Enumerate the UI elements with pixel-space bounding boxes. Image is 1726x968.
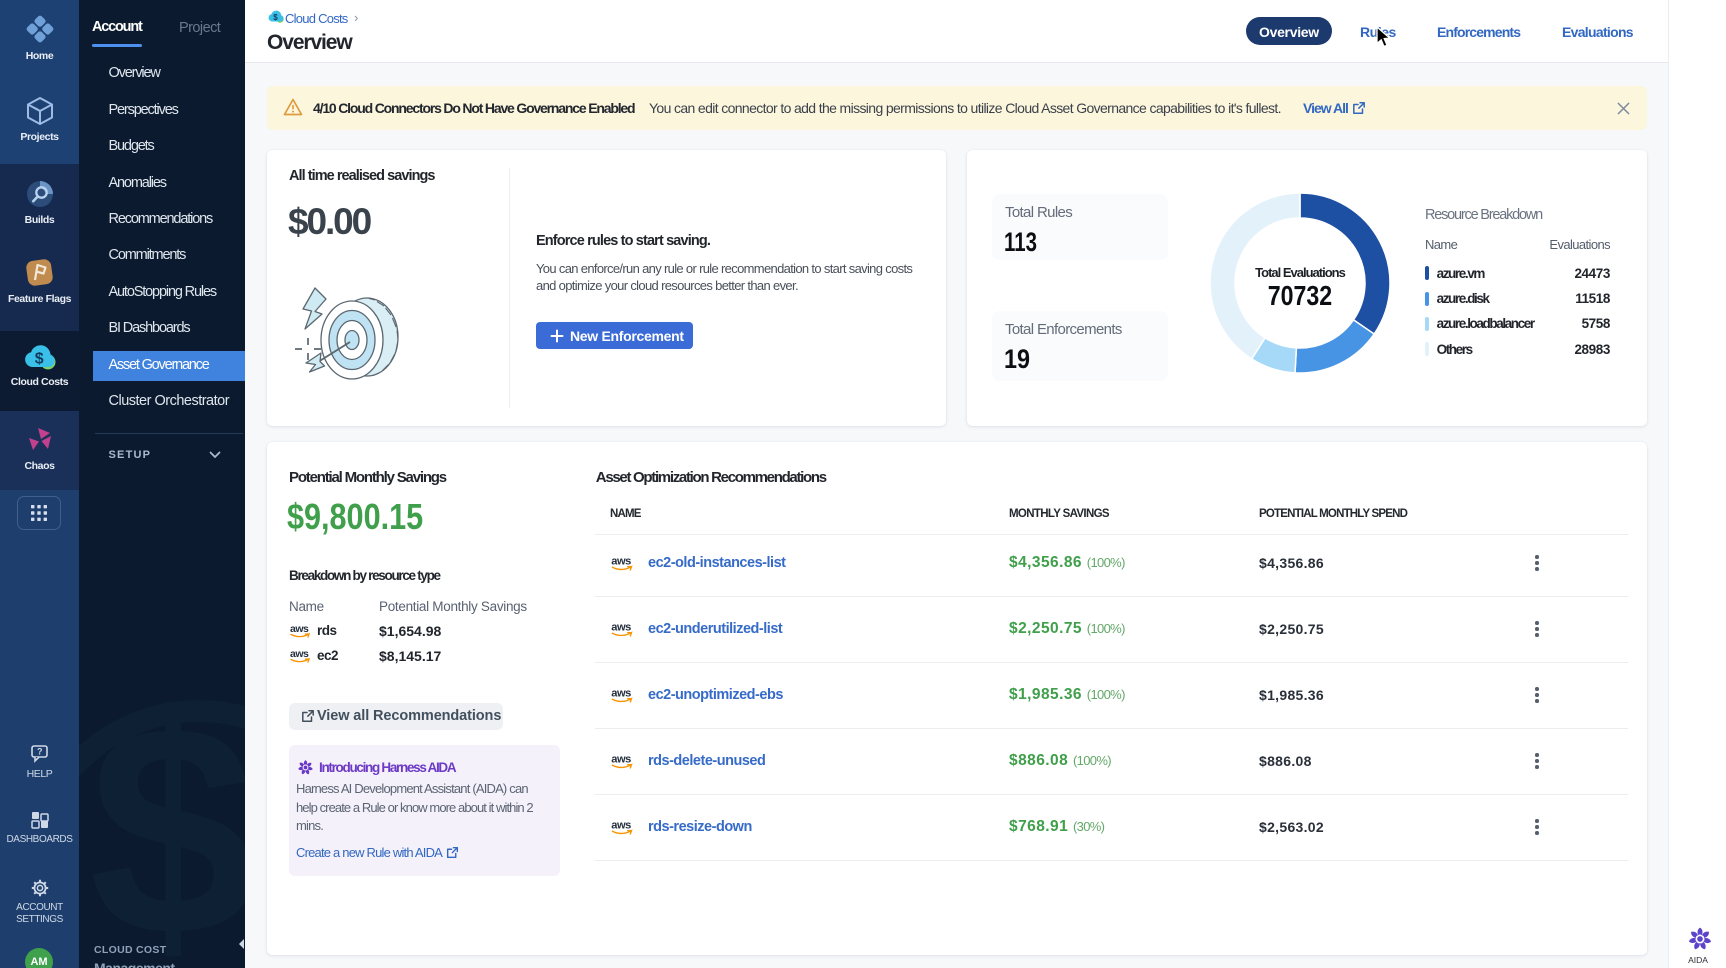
svg-text:?: ? [36,747,41,757]
svg-text:aws: aws [611,820,631,832]
svg-text:aws: aws [611,556,631,568]
svg-text:$: $ [34,351,43,368]
svg-text:aws: aws [611,688,631,700]
svg-text:aws: aws [611,754,631,766]
svg-text:aws: aws [290,623,309,635]
svg-text:aws: aws [290,648,309,660]
svg-text:aws: aws [611,622,631,634]
svg-text:$: $ [273,13,278,22]
